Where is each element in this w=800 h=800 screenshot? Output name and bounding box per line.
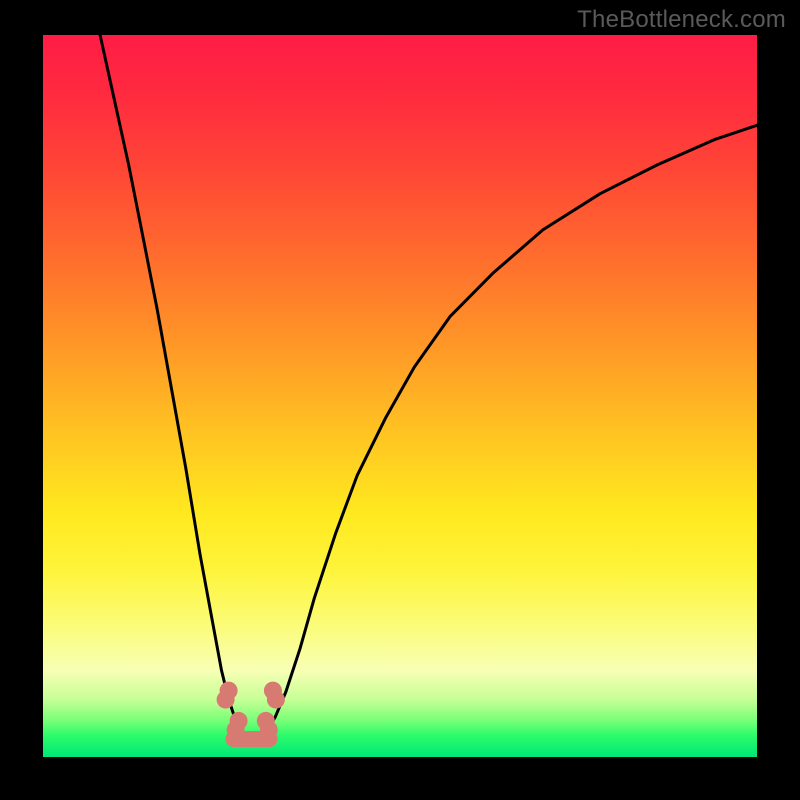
marker-right-dumbbell-top [264, 682, 285, 709]
frame: TheBottleneck.com [0, 0, 800, 800]
plot-area [43, 35, 757, 757]
series-right-branch [264, 125, 757, 734]
watermark-text: TheBottleneck.com [577, 6, 786, 34]
marker-bottom-pill [226, 731, 278, 747]
chart-svg [43, 35, 757, 757]
marker-group [217, 682, 285, 747]
series-left-branch [100, 35, 243, 734]
marker-left-dumbbell-top [217, 682, 238, 709]
series-group [100, 35, 757, 737]
